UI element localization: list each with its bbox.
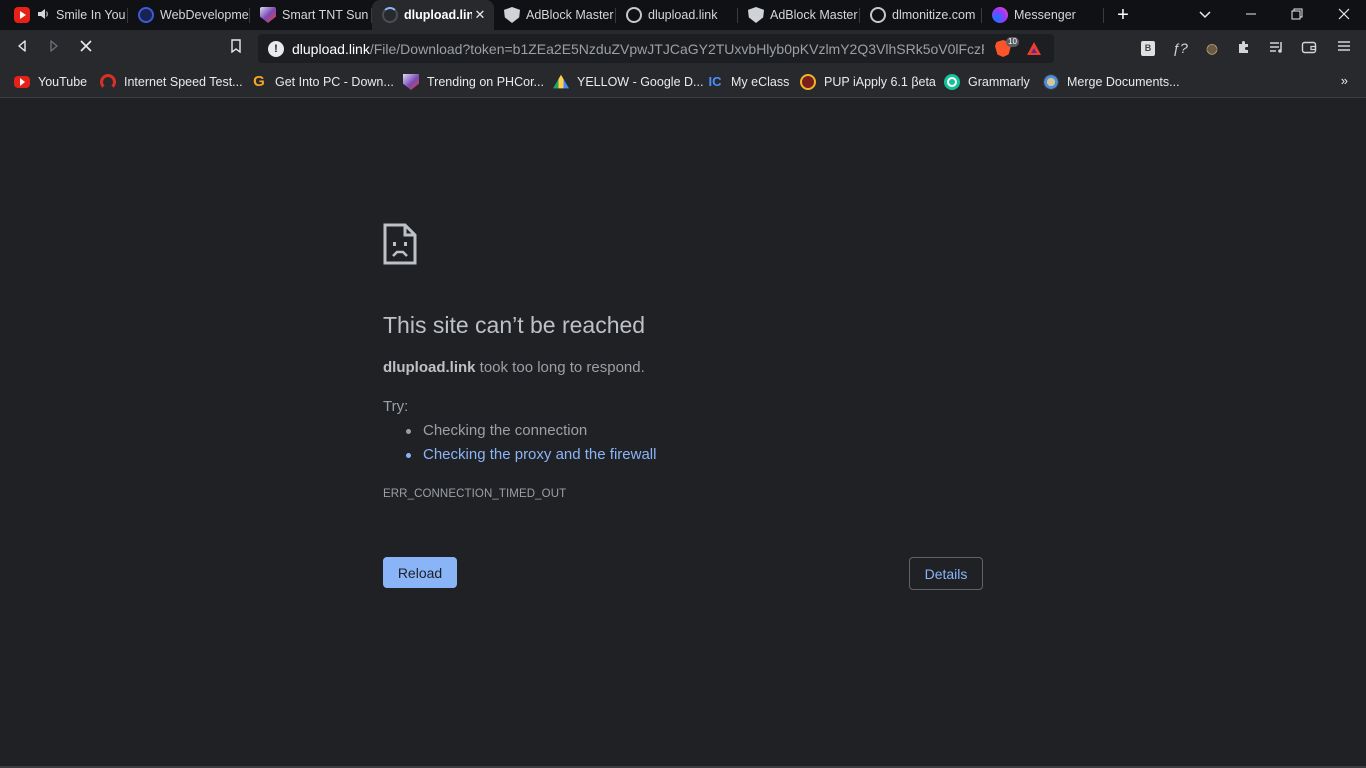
- minimize-button[interactable]: [1239, 3, 1263, 27]
- site-info-icon[interactable]: !: [268, 40, 284, 57]
- stop-loading-button[interactable]: [75, 38, 97, 60]
- phcorner-icon: [260, 7, 276, 23]
- extensions-puzzle-icon[interactable]: [1235, 39, 1253, 57]
- proxy-firewall-link[interactable]: Checking the proxy and the firewall: [406, 446, 656, 470]
- bookmark-pup-iapply[interactable]: PUP iApply 6.1 βeta: [800, 73, 936, 91]
- g-logo-icon: G: [253, 73, 265, 90]
- speaker-icon[interactable]: [36, 7, 50, 23]
- reload-button[interactable]: Reload: [383, 557, 457, 588]
- bookmark-label: Internet Speed Test...: [124, 75, 243, 89]
- playlist-icon[interactable]: [1267, 39, 1285, 57]
- new-tab-button[interactable]: +: [1113, 5, 1133, 25]
- shield-icon: [748, 7, 764, 23]
- tab-search-icon[interactable]: [1195, 5, 1215, 25]
- bookmark-icon[interactable]: [225, 38, 247, 60]
- tab-title: dlupload.link: [648, 8, 718, 22]
- tab[interactable]: Messenger: [982, 0, 1104, 30]
- address-bar[interactable]: ! dlupload.link/File/Download?token=b1ZE…: [258, 34, 1054, 63]
- suggestion-item: Checking the connection: [406, 422, 656, 446]
- bookmark-label: YouTube: [38, 75, 88, 89]
- bookmark-merge-documents[interactable]: Merge Documents...: [1043, 73, 1180, 91]
- globe-icon: [626, 7, 642, 23]
- brave-rewards-icon[interactable]: [1027, 42, 1041, 55]
- tab[interactable]: AdBlock Master: [494, 0, 616, 30]
- globe-icon: [138, 7, 154, 23]
- bookmarks-overflow-chevron-icon[interactable]: »: [1341, 73, 1348, 88]
- menu-icon[interactable]: [1335, 39, 1353, 57]
- b-extension-icon[interactable]: B: [1141, 41, 1155, 56]
- error-code: ERR_CONNECTION_TIMED_OUT: [383, 488, 567, 500]
- toolbar: ! dlupload.link/File/Download?token=b1ZE…: [0, 30, 1366, 67]
- error-summary-text: took too long to respond.: [475, 359, 645, 376]
- tab-active[interactable]: dlupload.link ✕: [372, 0, 494, 30]
- close-window-button[interactable]: [1332, 3, 1356, 27]
- tab-title: WebDevelopme: [160, 8, 249, 22]
- close-icon[interactable]: ✕: [472, 7, 488, 23]
- bookmark-label: Grammarly: [968, 75, 1030, 89]
- tab-title: dlmonitize.com: [892, 8, 976, 22]
- shields-count-badge: 10: [1006, 37, 1019, 47]
- bookmark-label: YELLOW - Google D...: [577, 75, 704, 89]
- bookmark-label: Get Into PC - Down...: [275, 75, 394, 89]
- google-drive-icon: [553, 74, 569, 89]
- tab[interactable]: AdBlock Master: [738, 0, 860, 30]
- back-button[interactable]: [11, 38, 33, 60]
- phcorner-icon: [403, 74, 419, 90]
- url-text[interactable]: dlupload.link/File/Download?token=b1ZEa2…: [292, 41, 984, 57]
- bookmark-grammarly[interactable]: Grammarly: [944, 73, 1030, 91]
- error-title: This site can’t be reached: [383, 312, 646, 338]
- eclass-icon: IC: [708, 74, 722, 89]
- tab-title: Messenger: [1014, 8, 1076, 22]
- tab[interactable]: WebDevelopme: [128, 0, 250, 30]
- youtube-icon: [14, 76, 30, 88]
- grammarly-icon: [944, 74, 960, 90]
- pup-seal-icon: [800, 74, 816, 90]
- tab-title: AdBlock Master: [770, 8, 858, 22]
- bookmark-youtube[interactable]: YouTube: [14, 73, 87, 91]
- sad-page-icon: [383, 223, 417, 265]
- bookmark-eclass[interactable]: IC My eClass: [707, 73, 790, 91]
- tab[interactable]: dlmonitize.com: [860, 0, 982, 30]
- error-summary: dlupload.link took too long to respond.: [383, 359, 645, 376]
- bookmark-label: Trending on PHCor...: [427, 75, 544, 89]
- tab-title: dlupload.link: [404, 8, 472, 22]
- f-extension-icon[interactable]: ƒ?: [1171, 39, 1189, 57]
- messenger-icon: [992, 7, 1008, 23]
- error-page: This site can’t be reached dlupload.link…: [0, 98, 1366, 768]
- suggestions-list: Checking the connection Checking the pro…: [406, 422, 656, 470]
- forward-button[interactable]: [43, 38, 65, 60]
- cookie-extension-icon[interactable]: ◍: [1203, 39, 1221, 57]
- tab-title: Smart TNT Sun: [282, 8, 369, 22]
- bookmarks-bar: YouTube Internet Speed Test... G Get Int…: [0, 67, 1366, 98]
- bookmark-speed-test[interactable]: Internet Speed Test...: [100, 73, 243, 91]
- shield-icon: [504, 7, 520, 23]
- bookmark-label: Merge Documents...: [1067, 75, 1180, 89]
- merge-icon: [1043, 74, 1059, 90]
- bookmark-label: PUP iApply 6.1 βeta: [824, 75, 936, 89]
- bookmark-getintopc[interactable]: G Get Into PC - Down...: [251, 73, 394, 91]
- bookmark-google-drive[interactable]: YELLOW - Google D...: [553, 73, 703, 91]
- wallet-icon[interactable]: [1300, 39, 1318, 57]
- globe-icon: [870, 7, 886, 23]
- youtube-icon: [14, 7, 30, 23]
- url-path: /File/Download?token=b1ZEa2E5NzduZVpwJTJ…: [369, 40, 984, 57]
- error-host: dlupload.link: [383, 359, 476, 376]
- details-button[interactable]: Details: [909, 557, 983, 590]
- url-host: dlupload.link: [292, 40, 370, 57]
- tab-title: AdBlock Master: [526, 8, 614, 22]
- tab-strip: Smile In You WebDevelopme Smart TNT Sun …: [0, 0, 1366, 30]
- tab[interactable]: Smile In You: [4, 0, 128, 30]
- tab-title: Smile In You: [56, 8, 126, 22]
- try-label: Try:: [383, 398, 409, 415]
- tab[interactable]: dlupload.link: [616, 0, 738, 30]
- loading-spinner-icon: [382, 7, 398, 23]
- bookmark-label: My eClass: [731, 75, 790, 89]
- speedometer-icon: [100, 74, 116, 90]
- tab[interactable]: Smart TNT Sun: [250, 0, 372, 30]
- bookmark-phcorner[interactable]: Trending on PHCor...: [403, 73, 544, 91]
- restore-button[interactable]: [1285, 3, 1309, 27]
